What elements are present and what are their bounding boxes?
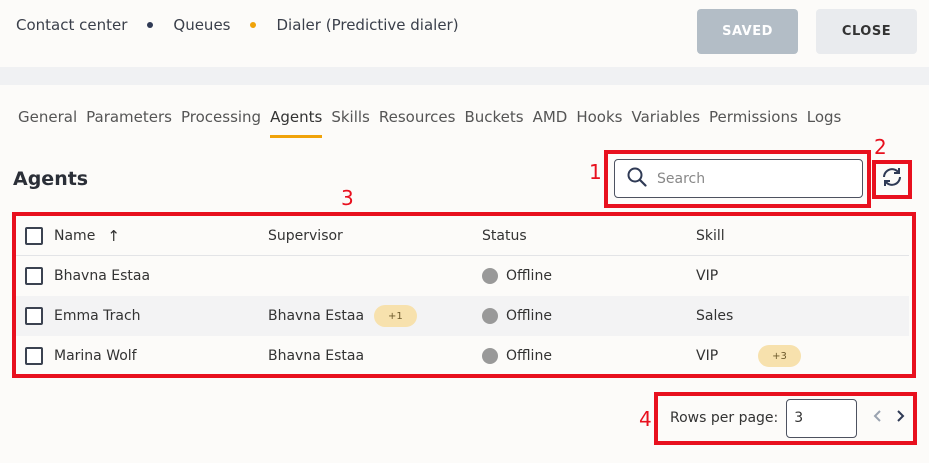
saved-button[interactable]: SAVED [697, 9, 798, 54]
tab-parameters[interactable]: Parameters [86, 108, 172, 138]
annotation-box-pagination [654, 392, 917, 445]
tab-hooks[interactable]: Hooks [576, 108, 622, 138]
annotation-label-1: 1 [589, 160, 602, 184]
close-button[interactable]: CLOSE [816, 9, 917, 54]
tab-variables[interactable]: Variables [631, 108, 700, 138]
tab-permissions[interactable]: Permissions [709, 108, 798, 138]
annotation-box-search [604, 150, 871, 208]
annotation-label-3: 3 [341, 186, 354, 210]
breadcrumb-queues[interactable]: Queues [173, 16, 230, 34]
tab-resources[interactable]: Resources [379, 108, 456, 138]
annotation-label-2: 2 [874, 135, 887, 159]
tab-agents[interactable]: Agents [270, 108, 323, 138]
annotation-box-table [12, 212, 916, 378]
breadcrumb-separator-dot [147, 22, 154, 28]
breadcrumb: Contact center Queues Dialer (Predictive… [16, 16, 459, 34]
tab-skills[interactable]: Skills [331, 108, 370, 138]
section-title: Agents [13, 168, 89, 190]
top-bar: Contact center Queues Dialer (Predictive… [0, 0, 929, 67]
tab-general[interactable]: General [18, 108, 77, 138]
header-divider-band [0, 67, 929, 85]
tab-amd[interactable]: AMD [533, 108, 568, 138]
tab-bar: General Parameters Processing Agents Ski… [18, 108, 850, 138]
tab-logs[interactable]: Logs [807, 108, 842, 138]
annotation-box-refresh [872, 160, 912, 199]
breadcrumb-dialer: Dialer (Predictive dialer) [276, 16, 459, 34]
annotation-label-4: 4 [639, 407, 652, 431]
tab-buckets[interactable]: Buckets [464, 108, 523, 138]
breadcrumb-current-dot [250, 22, 257, 28]
breadcrumb-contact-center[interactable]: Contact center [16, 16, 127, 34]
tab-processing[interactable]: Processing [181, 108, 261, 138]
